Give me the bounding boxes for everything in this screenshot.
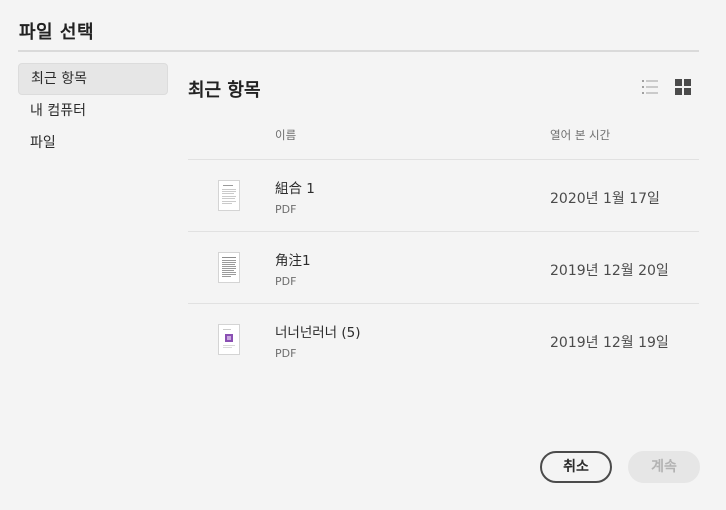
page-title: 최근 항목 <box>188 80 261 101</box>
file-opened-date: 2019년 12월 19일 <box>550 335 669 351</box>
sidebar: 최근 항목 내 컴퓨터 파일 <box>18 63 168 159</box>
file-type: PDF <box>275 275 297 288</box>
file-name: 너너넌러너 (5) <box>275 325 361 341</box>
list-view-icon[interactable] <box>641 78 659 96</box>
dialog-title: 파일 선택 <box>19 22 95 43</box>
file-name: 角注1 <box>275 253 311 269</box>
file-select-dialog: 파일 선택 최근 항목 내 컴퓨터 파일 최근 항목 이름 열어 본 시간 組合… <box>0 0 726 510</box>
file-list: 組合 1 PDF 2020년 1월 17일 角注1 PDF 2019년 12월 … <box>188 160 699 376</box>
file-row[interactable]: 組合 1 PDF 2020년 1월 17일 <box>188 160 699 232</box>
column-header-name[interactable]: 이름 <box>275 127 296 143</box>
grid-view-icon[interactable] <box>674 78 692 96</box>
file-row[interactable]: 너너넌러너 (5) PDF 2019년 12월 19일 <box>188 304 699 376</box>
text-document-thumbnail-icon <box>218 180 240 211</box>
cancel-button[interactable]: 취소 <box>540 451 612 483</box>
file-type: PDF <box>275 203 297 216</box>
sidebar-item-files[interactable]: 파일 <box>18 127 168 159</box>
file-type: PDF <box>275 347 297 360</box>
title-divider <box>18 50 699 52</box>
file-opened-date: 2019년 12월 20일 <box>550 263 669 279</box>
image-document-thumbnail-icon <box>218 324 240 355</box>
file-row[interactable]: 角注1 PDF 2019년 12월 20일 <box>188 232 699 304</box>
file-opened-date: 2020년 1월 17일 <box>550 191 660 207</box>
column-header-opened[interactable]: 열어 본 시간 <box>550 127 610 143</box>
file-name: 組合 1 <box>275 181 315 197</box>
continue-button[interactable]: 계속 <box>628 451 700 483</box>
sidebar-item-my-computer[interactable]: 내 컴퓨터 <box>18 95 168 127</box>
sidebar-item-recent[interactable]: 최근 항목 <box>18 63 168 95</box>
dense-text-document-thumbnail-icon <box>218 252 240 283</box>
